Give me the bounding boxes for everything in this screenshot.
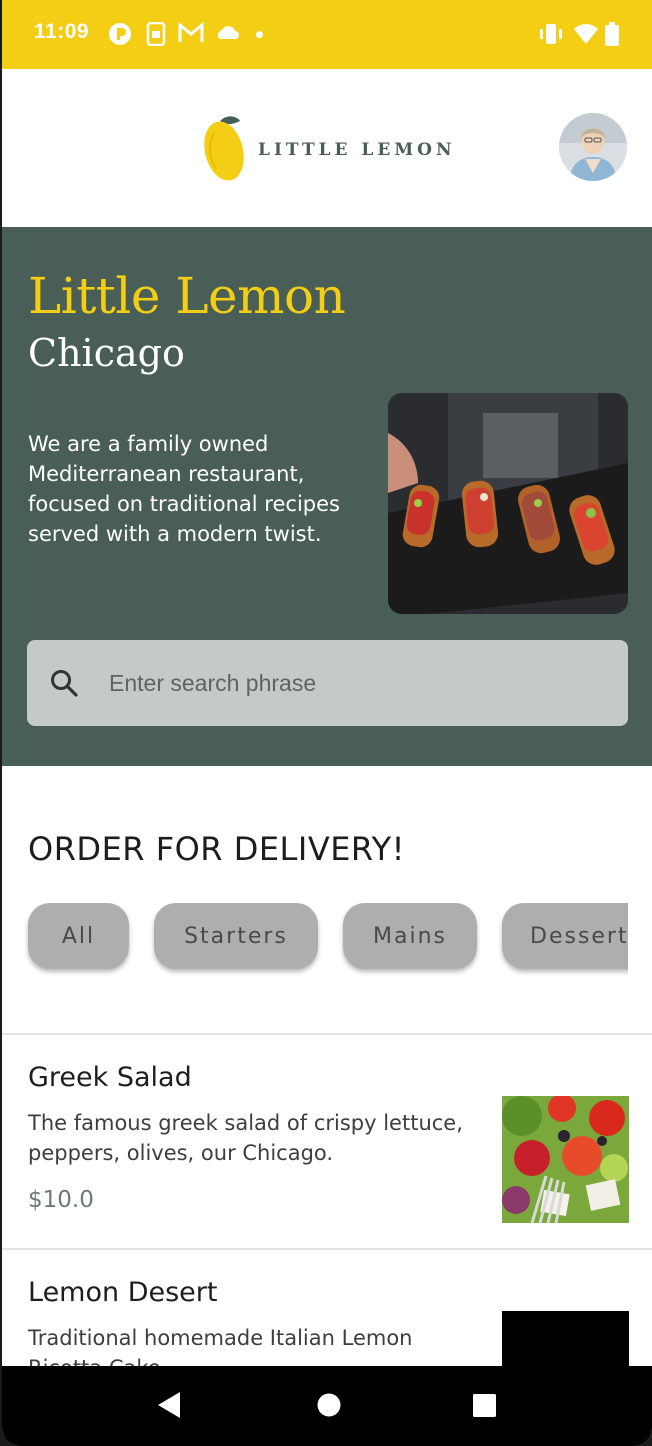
chip-mains[interactable]: Mains	[343, 903, 477, 969]
menu-item-image	[502, 1096, 629, 1223]
menu-item-price: $10.0	[28, 1187, 94, 1213]
top-app-bar: LITTLE LEMON	[2, 69, 652, 227]
divider	[2, 1248, 652, 1250]
dot-icon	[256, 31, 263, 38]
category-chips: All Starters Mains Desserts	[2, 903, 628, 983]
hero-title: Little Lemon	[28, 267, 346, 325]
hero-section: Little Lemon Chicago We are a family own…	[2, 227, 652, 766]
hero-description: We are a family owned Mediterranean rest…	[28, 432, 340, 546]
notification-app-icon	[109, 23, 131, 45]
chip-desserts[interactable]: Desserts	[502, 903, 628, 969]
search-icon	[51, 670, 78, 697]
cloud-icon	[217, 26, 239, 39]
back-icon[interactable]	[156, 1390, 182, 1420]
app-screen: 11:09 LITTLE LEMON Little Lemon Chicago …	[2, 0, 652, 1446]
hero-image	[388, 393, 628, 614]
order-for-delivery-heading: ORDER FOR DELIVERY!	[28, 830, 405, 868]
menu-item-name: Greek Salad	[28, 1062, 192, 1093]
menu-item-name: Lemon Desert	[28, 1277, 218, 1308]
battery-icon	[605, 22, 619, 46]
system-navigation-bar	[2, 1366, 652, 1446]
search-input[interactable]	[109, 640, 609, 726]
gmail-icon	[178, 22, 204, 42]
divider	[2, 1033, 652, 1035]
lemon-icon	[204, 116, 244, 181]
status-time: 11:09	[34, 20, 90, 43]
logo-text: LITTLE LEMON	[258, 140, 456, 160]
vibrate-icon	[540, 24, 562, 44]
sim-toolkit-icon	[146, 22, 166, 46]
bruschetta-image	[388, 393, 628, 614]
profile-avatar[interactable]	[559, 113, 627, 181]
hero-city: Chicago	[28, 331, 185, 375]
home-icon[interactable]	[316, 1390, 342, 1420]
recents-icon[interactable]	[472, 1390, 498, 1420]
chip-starters[interactable]: Starters	[154, 903, 318, 969]
menu-item-description: The famous greek salad of crispy lettuce…	[28, 1111, 463, 1165]
chip-all[interactable]: All	[28, 903, 129, 969]
wifi-icon	[574, 24, 598, 44]
little-lemon-logo: LITTLE LEMON	[200, 113, 460, 185]
avatar-image	[559, 113, 627, 181]
greek-salad-image	[502, 1096, 629, 1223]
search-bar[interactable]	[27, 640, 628, 726]
status-bar: 11:09	[2, 0, 652, 69]
